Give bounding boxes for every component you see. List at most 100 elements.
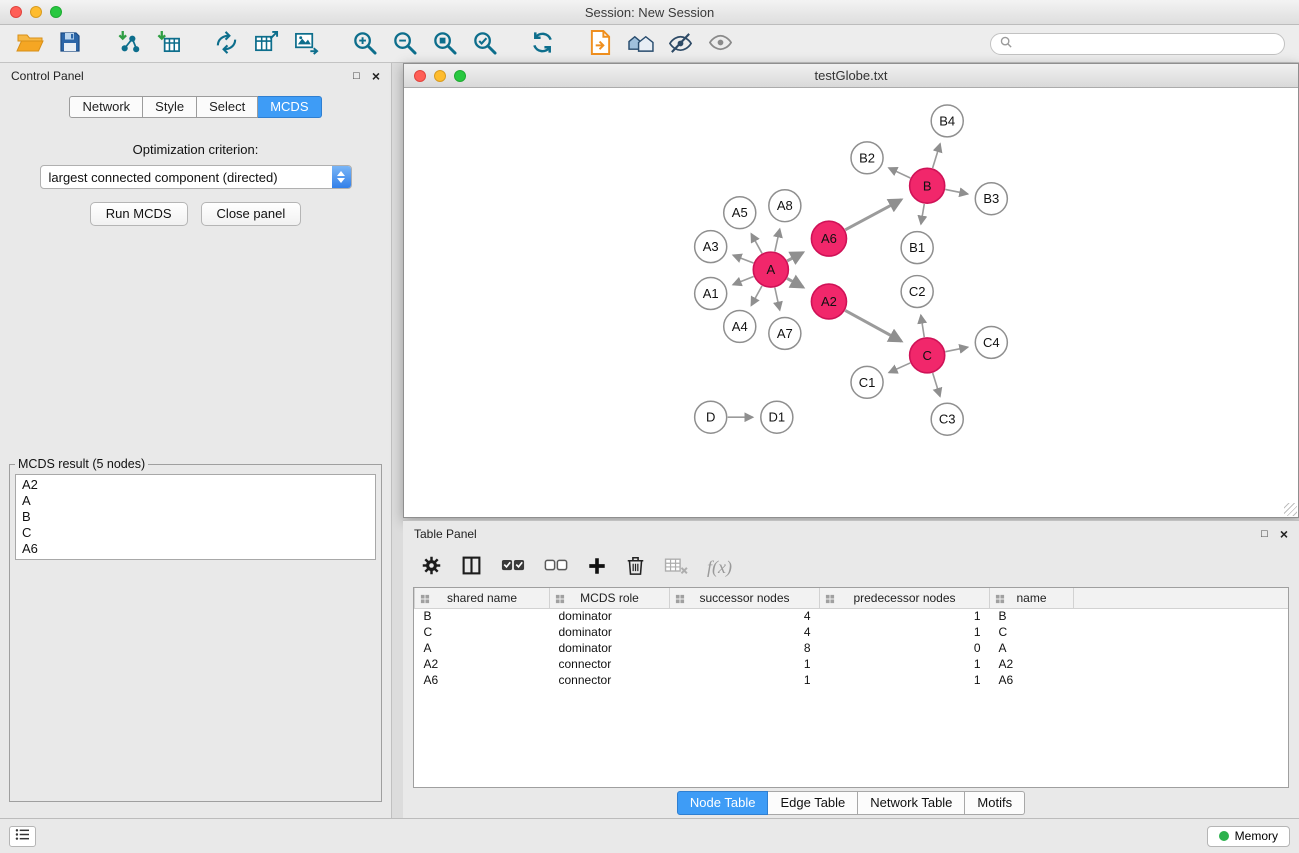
memory-button[interactable]: Memory xyxy=(1207,826,1290,847)
tab-style[interactable]: Style xyxy=(143,96,197,118)
graph-edge-B-B2[interactable] xyxy=(889,168,911,178)
tab-network-table[interactable]: Network Table xyxy=(858,791,965,815)
graph-edge-B-B3[interactable] xyxy=(945,189,967,193)
table-row[interactable]: A2connector11A2 xyxy=(415,656,1289,672)
table-cell[interactable]: dominator xyxy=(550,624,670,640)
graph-node-A1[interactable]: A1 xyxy=(695,278,727,310)
table-row[interactable]: Cdominator41C xyxy=(415,624,1289,640)
tab-edge-table[interactable]: Edge Table xyxy=(768,791,858,815)
show-graphics-details-button[interactable] xyxy=(704,29,736,59)
table-cell[interactable]: A6 xyxy=(990,672,1074,688)
table-cell[interactable]: dominator xyxy=(550,640,670,656)
minimize-window-button[interactable] xyxy=(30,6,42,18)
graph-node-C[interactable]: C xyxy=(910,338,945,373)
table-row[interactable]: Bdominator41B xyxy=(415,608,1289,624)
delete-columns-button[interactable] xyxy=(626,555,645,579)
table-cell[interactable]: A xyxy=(415,640,550,656)
graph-node-D[interactable]: D xyxy=(695,401,727,433)
table-row[interactable]: A6connector11A6 xyxy=(415,672,1289,688)
refresh-button[interactable] xyxy=(526,29,558,59)
search-input[interactable] xyxy=(1018,36,1275,52)
zoom-in-button[interactable] xyxy=(348,29,380,59)
graph-node-B1[interactable]: B1 xyxy=(901,232,933,264)
tab-node-table[interactable]: Node Table xyxy=(677,791,769,815)
tab-mcds[interactable]: MCDS xyxy=(258,96,321,118)
table-cell[interactable]: C xyxy=(990,624,1074,640)
graph-node-C3[interactable]: C3 xyxy=(931,403,963,435)
table-cell[interactable]: A xyxy=(990,640,1074,656)
graph-node-B[interactable]: B xyxy=(910,168,945,203)
tab-network[interactable]: Network xyxy=(69,96,143,118)
hide-graphics-button[interactable] xyxy=(664,29,696,59)
zoom-selected-button[interactable] xyxy=(468,29,500,59)
graph-edge-A-A5[interactable] xyxy=(751,234,762,254)
graph-node-A[interactable]: A xyxy=(753,252,788,287)
table-cell[interactable]: A6 xyxy=(415,672,550,688)
toggle-columns-button[interactable] xyxy=(461,555,482,579)
graph-edge-A-A7[interactable] xyxy=(775,288,780,310)
table-cell[interactable]: connector xyxy=(550,656,670,672)
table-cell[interactable]: 0 xyxy=(820,640,990,656)
network-window-titlebar[interactable]: testGlobe.txt xyxy=(404,64,1298,88)
graph-node-A3[interactable]: A3 xyxy=(695,231,727,263)
column-header-successor-nodes[interactable]: successor nodes xyxy=(670,588,820,608)
result-item[interactable]: A xyxy=(16,493,375,509)
table-settings-button[interactable] xyxy=(421,555,442,579)
graph-node-B4[interactable]: B4 xyxy=(931,105,963,137)
graph-node-A4[interactable]: A4 xyxy=(724,310,756,342)
graph-node-C1[interactable]: C1 xyxy=(851,366,883,398)
result-item[interactable]: B xyxy=(16,509,375,525)
table-cell[interactable]: dominator xyxy=(550,608,670,624)
graph-node-A8[interactable]: A8 xyxy=(769,190,801,222)
graph-edge-C-C1[interactable] xyxy=(889,363,910,373)
table-cell[interactable]: 8 xyxy=(670,640,820,656)
close-panel-button[interactable]: × xyxy=(372,69,380,83)
table-cell[interactable]: B xyxy=(990,608,1074,624)
table-cell[interactable]: C xyxy=(415,624,550,640)
task-history-button[interactable] xyxy=(9,826,36,847)
close-panel-action-button[interactable]: Close panel xyxy=(201,202,302,226)
zoom-fit-button[interactable] xyxy=(428,29,460,59)
window-resize-grip[interactable] xyxy=(1284,503,1297,516)
table-cell[interactable]: B xyxy=(415,608,550,624)
graph-edge-B-B1[interactable] xyxy=(921,204,924,224)
zoom-out-button[interactable] xyxy=(388,29,420,59)
column-header-MCDS-role[interactable]: MCDS role xyxy=(550,588,670,608)
network-maximize-button[interactable] xyxy=(454,70,466,82)
graph-edge-A-A6[interactable] xyxy=(787,253,803,261)
graph-edge-A-A3[interactable] xyxy=(733,255,753,263)
search-box[interactable] xyxy=(990,33,1285,55)
graph-edge-A6-B[interactable] xyxy=(845,200,901,230)
graph-edge-A-A2[interactable] xyxy=(787,278,803,287)
network-cycle-button[interactable] xyxy=(210,29,242,59)
deselect-all-button[interactable] xyxy=(544,557,568,577)
table-cell[interactable]: 1 xyxy=(670,672,820,688)
save-session-button[interactable] xyxy=(54,29,86,59)
select-stepper-icon[interactable] xyxy=(332,165,351,189)
first-neighbors-button[interactable] xyxy=(584,29,616,59)
table-cell[interactable]: 1 xyxy=(670,656,820,672)
table-cell[interactable]: 4 xyxy=(670,624,820,640)
graph-node-D1[interactable]: D1 xyxy=(761,401,793,433)
network-minimize-button[interactable] xyxy=(434,70,446,82)
graph-node-A6[interactable]: A6 xyxy=(811,221,846,256)
graph-edge-A-A8[interactable] xyxy=(775,229,780,251)
select-all-button[interactable] xyxy=(501,557,525,577)
result-item[interactable]: C xyxy=(16,525,375,541)
column-header-name[interactable]: name xyxy=(990,588,1074,608)
column-header-predecessor-nodes[interactable]: predecessor nodes xyxy=(820,588,990,608)
network-close-button[interactable] xyxy=(414,70,426,82)
table-row[interactable]: Adominator80A xyxy=(415,640,1289,656)
graph-edge-C-C2[interactable] xyxy=(921,315,924,337)
graph-edge-B-B4[interactable] xyxy=(933,144,941,168)
criterion-select[interactable]: largest connected component (directed) xyxy=(40,165,352,189)
tab-select[interactable]: Select xyxy=(197,96,258,118)
graph-node-B2[interactable]: B2 xyxy=(851,142,883,174)
float-panel-button[interactable]: □ xyxy=(353,71,360,82)
graph-node-A2[interactable]: A2 xyxy=(811,284,846,319)
snapshots-button[interactable] xyxy=(624,29,656,59)
add-column-button[interactable] xyxy=(587,556,607,579)
graph-edge-C-C4[interactable] xyxy=(945,347,967,351)
graph-edge-C-C3[interactable] xyxy=(933,373,940,396)
table-cell[interactable]: A2 xyxy=(990,656,1074,672)
